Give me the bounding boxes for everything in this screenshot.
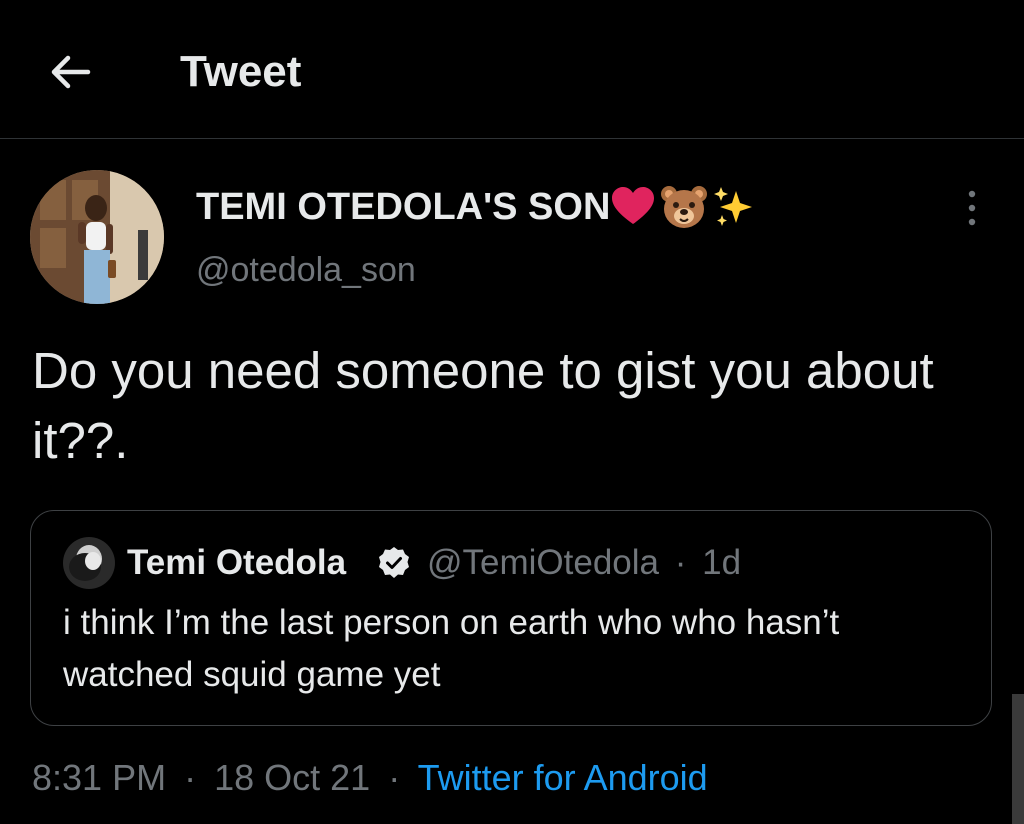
- sparkles-icon: [714, 187, 753, 226]
- bear-face-icon: [661, 186, 708, 228]
- quoted-tweet-text: i think I’m the last person on earth who…: [63, 603, 840, 694]
- tweet-meta: 8:31 PM · 18 Oct 21 · Twitter for Androi…: [32, 756, 708, 800]
- author-name-row[interactable]: TEMI OTEDOLA'S SON: [196, 184, 756, 230]
- arrow-left-icon: [51, 55, 91, 89]
- quoted-separator: ·: [674, 543, 687, 582]
- more-options-button[interactable]: [950, 186, 994, 230]
- quoted-avatar-photo: [63, 537, 115, 589]
- quoted-tweet-age: 1d: [702, 543, 742, 582]
- quoted-author-handle: @TemiOtedola: [427, 543, 660, 582]
- author-handle[interactable]: @otedola_son: [196, 250, 416, 290]
- author-avatar[interactable]: [30, 170, 164, 304]
- tweet-source-link[interactable]: Twitter for Android: [418, 757, 708, 798]
- quoted-author-handle-row: @TemiOtedola · 1d: [427, 541, 741, 585]
- quoted-author-avatar: [63, 537, 115, 589]
- meta-separator: ·: [388, 757, 401, 798]
- page-title: Tweet: [180, 47, 302, 96]
- tweet-time: 8:31 PM: [32, 757, 167, 798]
- avatar-photo: [30, 170, 164, 304]
- back-button[interactable]: [40, 44, 100, 100]
- scrollbar[interactable]: [1012, 694, 1024, 824]
- verified-badge-icon: [379, 547, 409, 578]
- red-heart-icon: [612, 187, 655, 224]
- top-bar: Tweet: [0, 0, 1024, 139]
- quoted-tweet-card[interactable]: Temi Otedola @TemiOtedola · 1d i think I…: [30, 510, 992, 726]
- vertical-ellipsis-icon: [968, 190, 976, 226]
- quoted-author-name: Temi Otedola: [127, 543, 347, 582]
- meta-separator: ·: [184, 757, 197, 798]
- author-name: TEMI OTEDOLA'S SON: [196, 186, 611, 228]
- tweet-text: Do you need someone to gist you about it…: [32, 342, 934, 469]
- tweet-date: 18 Oct 21: [214, 757, 371, 798]
